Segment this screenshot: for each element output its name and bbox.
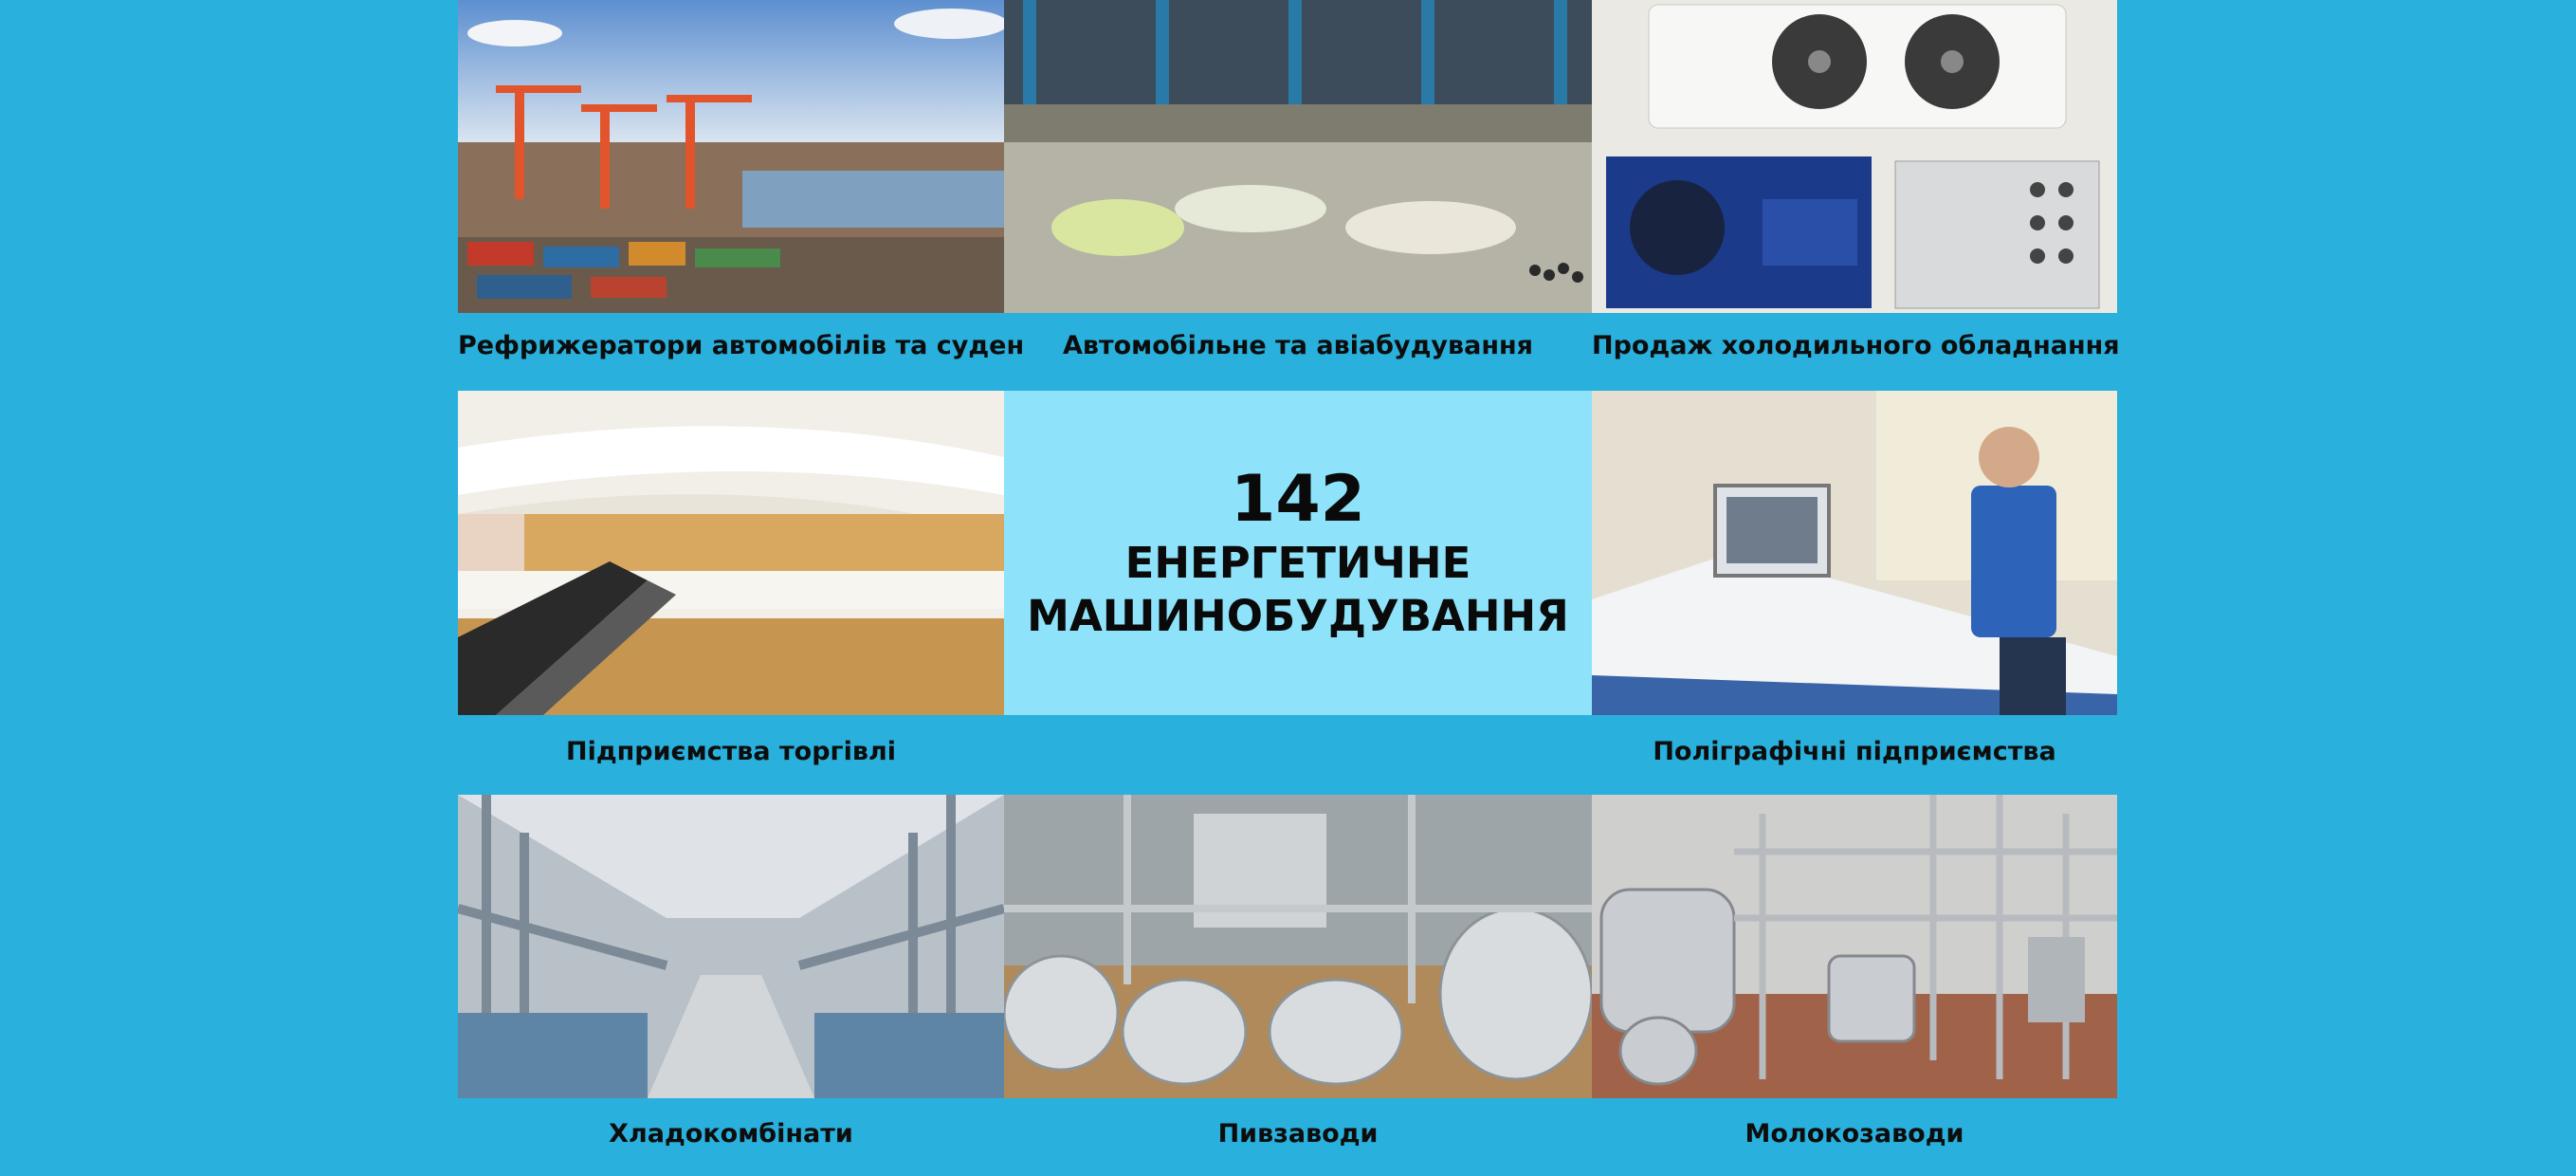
center-title-line1: ЕНЕРГЕТИЧНЕ: [1124, 538, 1471, 588]
shopping-mall-image: [458, 391, 1004, 715]
tile-caption-5: Поліграфічні підприємства: [1653, 737, 2056, 766]
aircraft-factory-image: [1004, 0, 1592, 313]
brewery-image: [1004, 795, 1592, 1098]
port-cranes-image: [458, 0, 1004, 313]
tile-caption-8: Молокозаводи: [1745, 1119, 1964, 1148]
tile-caption-2: Автомобільне та авіабудування: [1063, 331, 1533, 360]
tile-caption-6: Хладокомбінати: [609, 1119, 853, 1148]
center-title-line2: МАШИНОБУДУВАННЯ: [1027, 591, 1569, 641]
industry-grid: Рефрижератори автомобілів та суден Автом…: [458, 0, 2120, 1176]
center-number: 142: [1231, 462, 1365, 537]
tile-caption-1: Рефрижератори автомобілів та суден: [458, 331, 1025, 360]
tile-caption-3: Продаж холодильного обладнання: [1592, 331, 2120, 360]
dairy-plant-image: [1592, 795, 2117, 1098]
center-panel: 142 ЕНЕРГЕТИЧНЕ МАШИНОБУДУВАННЯ: [1004, 391, 1592, 715]
cold-storage-plant-image: [458, 795, 1004, 1098]
refrigeration-equipment-image: [1592, 0, 2117, 313]
tile-caption-7: Пивзаводи: [1217, 1119, 1379, 1148]
tile-caption-4: Підприємства торгівлі: [566, 737, 896, 766]
printing-press-image: [1592, 391, 2117, 715]
